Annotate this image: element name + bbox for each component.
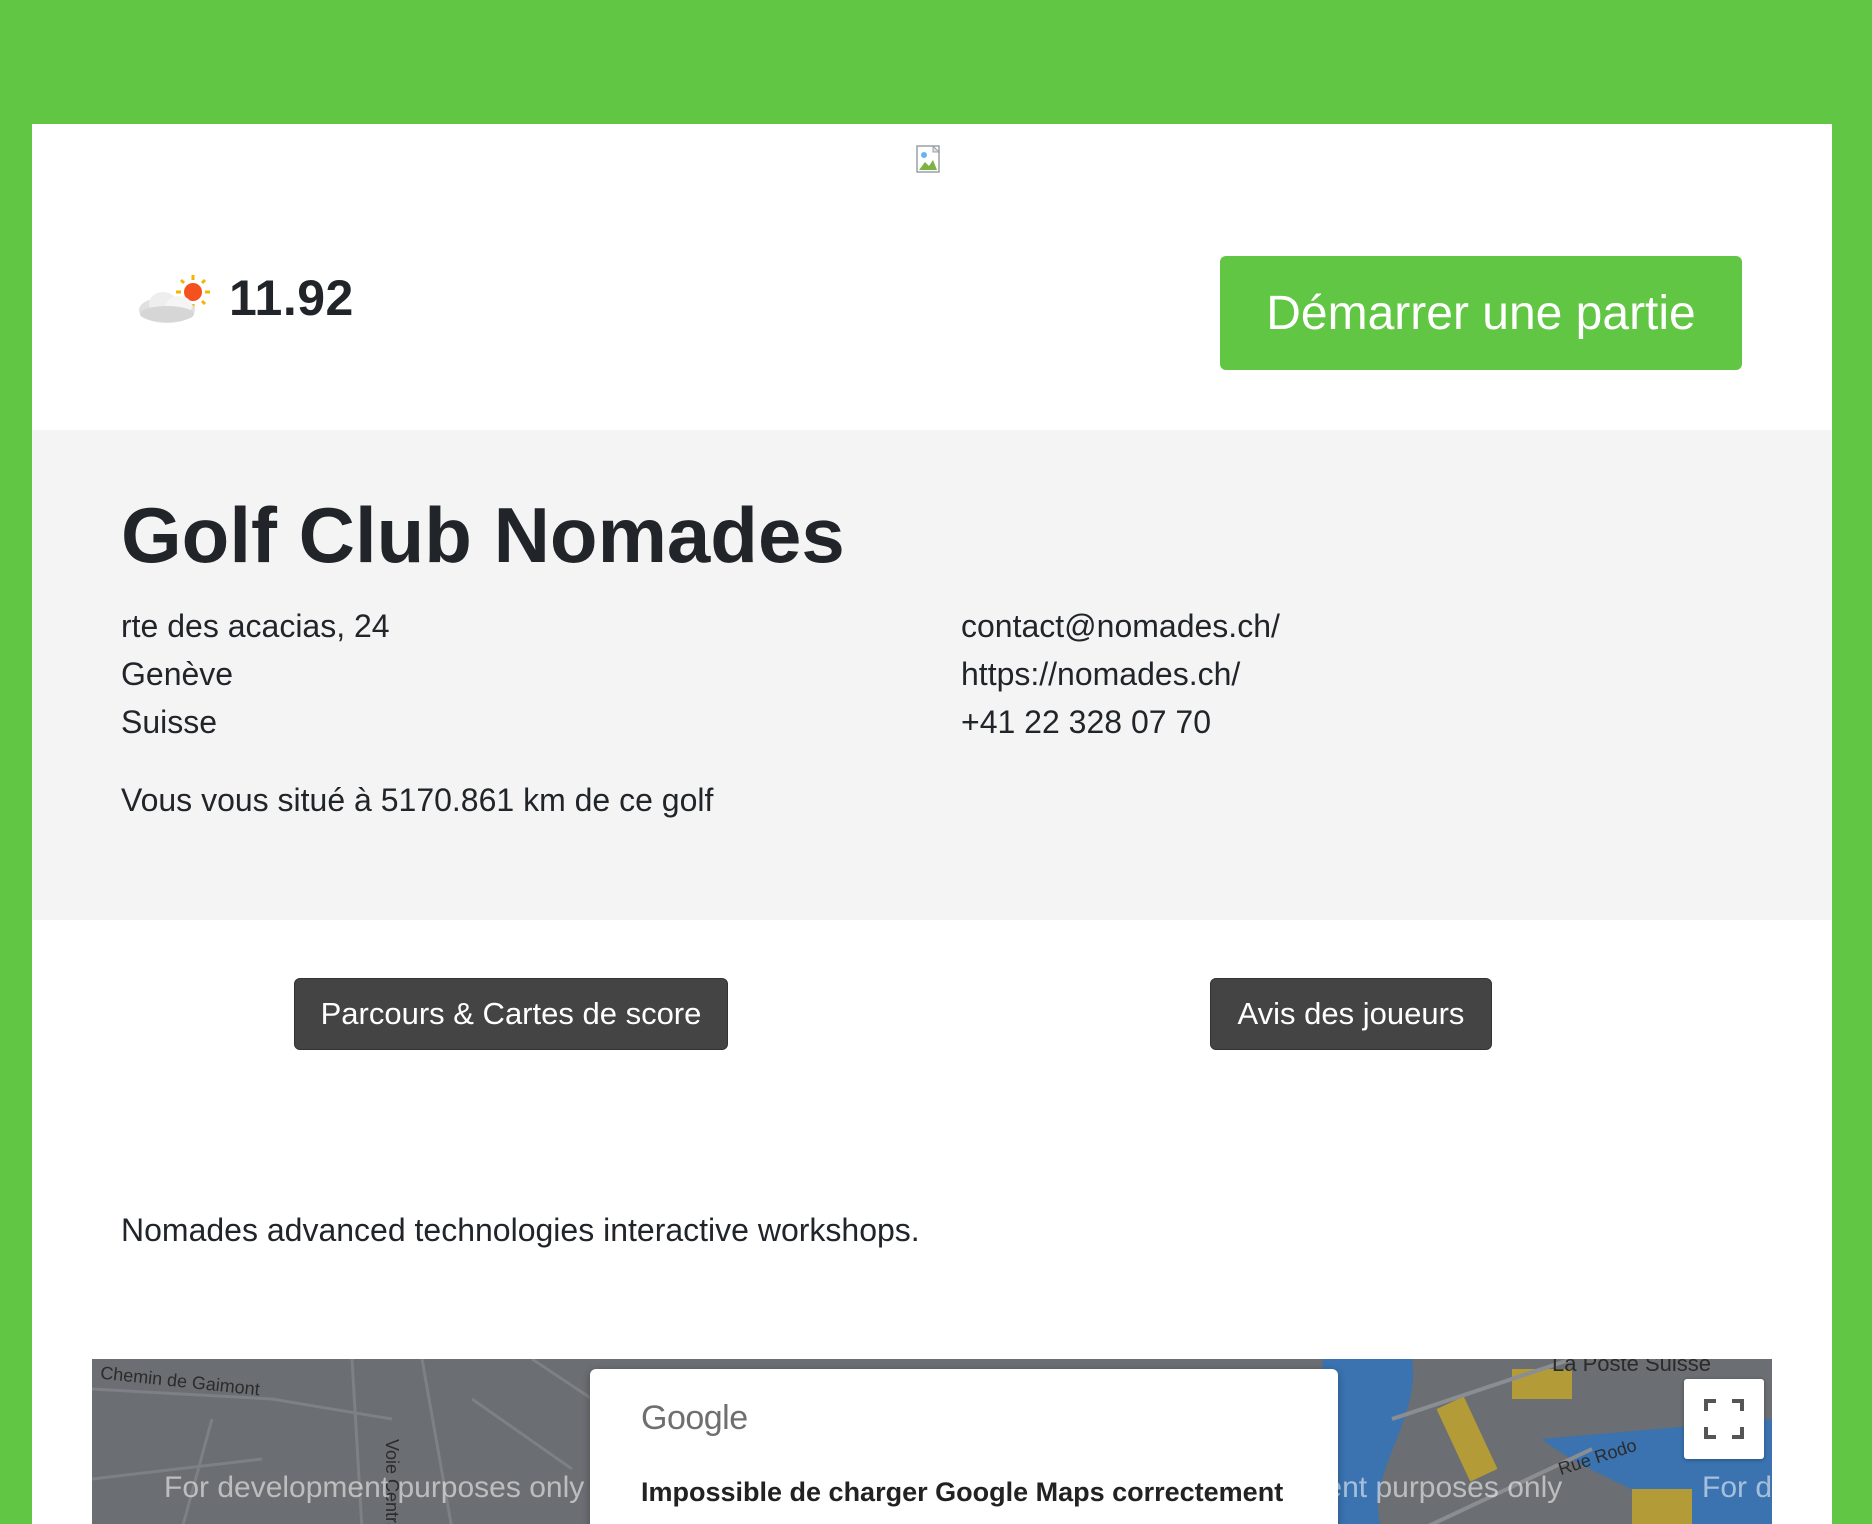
main-card: 11.92 Démarrer une partie Golf Club Noma… bbox=[32, 124, 1832, 1524]
map-error-dialog: Google Impossible de charger Google Maps… bbox=[590, 1369, 1338, 1524]
address-city: Genève bbox=[121, 656, 234, 692]
dev-watermark: For development purposes only bbox=[1702, 1471, 1772, 1504]
map-fullscreen-button[interactable] bbox=[1684, 1379, 1764, 1459]
map-widget[interactable]: Chemin de Gaimont Voie Centrale Rue Rodo… bbox=[92, 1359, 1772, 1524]
weather-widget: 11.92 bbox=[137, 269, 354, 327]
start-game-button[interactable]: Démarrer une partie bbox=[1220, 256, 1742, 370]
street-label: La Poste Suisse bbox=[1552, 1359, 1711, 1376]
address-country: Suisse bbox=[121, 704, 218, 740]
dev-watermark: For development purposes only bbox=[164, 1471, 585, 1504]
temperature-value: 11.92 bbox=[229, 270, 354, 326]
page-title: Golf Club Nomades bbox=[121, 491, 845, 579]
partly-cloudy-sun-icon bbox=[139, 275, 210, 323]
club-info-panel: Golf Club Nomades rte des acacias, 24 Ge… bbox=[32, 430, 1832, 920]
courses-scorecards-button[interactable]: Parcours & Cartes de score bbox=[294, 978, 728, 1050]
map-error-message: Impossible de charger Google Maps correc… bbox=[641, 1477, 1284, 1507]
club-description: Nomades advanced technologies interactiv… bbox=[121, 1212, 920, 1248]
contact-block: contact@nomades.ch/ https://nomades.ch/ … bbox=[961, 602, 1280, 746]
player-reviews-button[interactable]: Avis des joueurs bbox=[1210, 978, 1492, 1050]
fullscreen-icon bbox=[1704, 1399, 1744, 1439]
contact-phone: +41 22 328 07 70 bbox=[961, 704, 1212, 740]
contact-website: https://nomades.ch/ bbox=[961, 656, 1241, 692]
address-block: rte des acacias, 24 Genève Suisse bbox=[121, 602, 390, 746]
google-logo: Google bbox=[641, 1399, 748, 1437]
contact-email: contact@nomades.ch/ bbox=[961, 608, 1280, 644]
distance-text: Vous vous situé à 5170.861 km de ce golf bbox=[121, 782, 714, 818]
address-street: rte des acacias, 24 bbox=[121, 608, 390, 644]
broken-image-icon bbox=[916, 144, 941, 173]
